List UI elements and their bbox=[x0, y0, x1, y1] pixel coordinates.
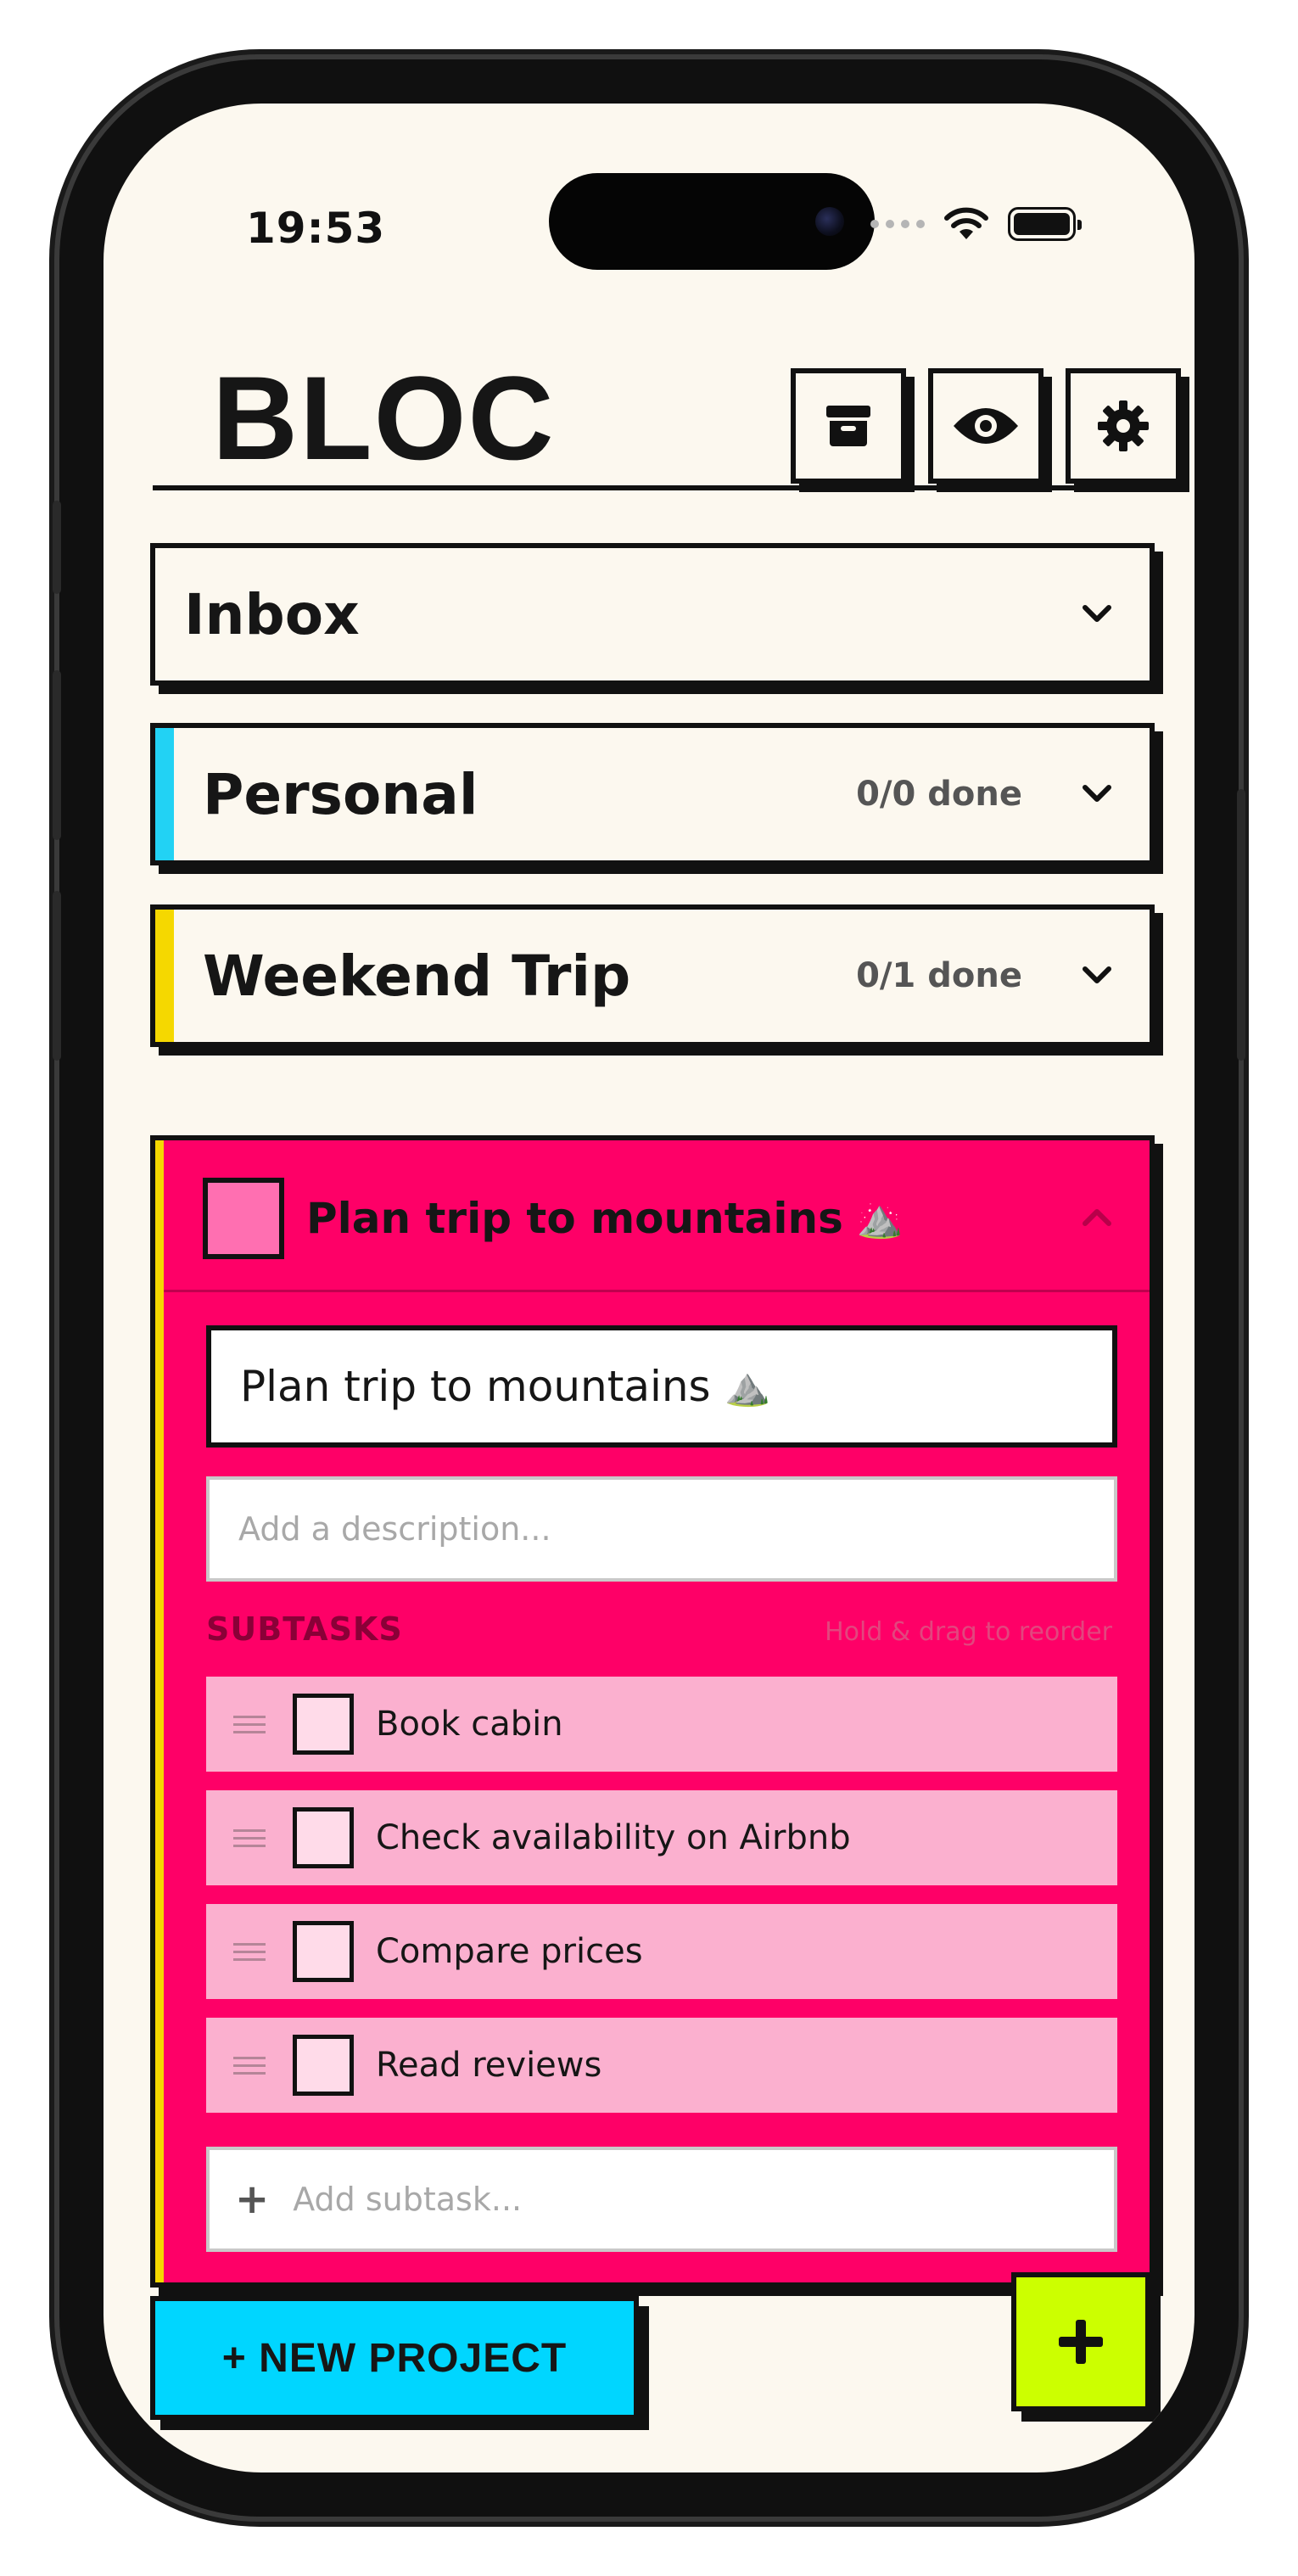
subtask-checkbox[interactable] bbox=[293, 1694, 354, 1755]
project-inbox[interactable]: Inbox bbox=[150, 543, 1155, 686]
battery-icon bbox=[1008, 207, 1082, 241]
signal-icon bbox=[870, 220, 925, 228]
settings-button[interactable] bbox=[1066, 368, 1181, 484]
project-weekend-trip[interactable]: Weekend Trip 0/1 done bbox=[150, 904, 1155, 1047]
subtask-label: Read reviews bbox=[376, 2046, 602, 2085]
drag-handle-icon[interactable] bbox=[233, 2057, 266, 2080]
subtask-label: Check availability on Airbnb bbox=[376, 1818, 851, 1857]
subtask-row[interactable]: Check availability on Airbnb bbox=[206, 1790, 1117, 1885]
task-description-input[interactable]: Add a description... bbox=[206, 1476, 1117, 1582]
project-progress: 0/0 done bbox=[856, 775, 1022, 814]
subtask-label: Compare prices bbox=[376, 1932, 643, 1971]
phone-frame: 19:53 BLOC Inbox Personal 0/0 done Weeke… bbox=[59, 59, 1239, 2517]
chevron-down-icon[interactable] bbox=[1078, 596, 1116, 633]
task-title-value: Plan trip to mountains bbox=[240, 1362, 711, 1411]
dynamic-island bbox=[549, 173, 875, 270]
description-placeholder: Add a description... bbox=[238, 1510, 551, 1548]
mute-switch bbox=[53, 501, 61, 594]
eye-icon bbox=[954, 408, 1018, 444]
mountain-emoji: ⛰️ bbox=[724, 1365, 771, 1408]
subtasks-hint: Hold & drag to reorder bbox=[825, 1617, 1112, 1647]
status-icons bbox=[870, 207, 1082, 241]
subtask-checkbox[interactable] bbox=[293, 1921, 354, 1982]
task-title-input[interactable]: Plan trip to mountains ⛰️ bbox=[206, 1325, 1117, 1448]
volume-down-button bbox=[53, 891, 61, 1061]
chevron-up-icon[interactable] bbox=[1078, 1198, 1116, 1235]
add-task-fab[interactable] bbox=[1011, 2272, 1150, 2411]
app-screen: 19:53 BLOC Inbox Personal 0/0 done Weeke… bbox=[104, 104, 1194, 2472]
add-subtask-placeholder: Add subtask... bbox=[293, 2181, 523, 2218]
subtask-row[interactable]: Compare prices bbox=[206, 1904, 1117, 1999]
wifi-icon bbox=[944, 207, 988, 239]
plus-icon bbox=[1059, 2320, 1103, 2364]
project-name: Inbox bbox=[184, 581, 360, 647]
chevron-down-icon[interactable] bbox=[1078, 776, 1116, 813]
task-title[interactable]: Plan trip to mountains ⛰️ bbox=[306, 1178, 904, 1259]
project-color-stripe bbox=[155, 728, 174, 860]
project-name: Personal bbox=[203, 761, 478, 827]
header-divider bbox=[153, 485, 1145, 490]
drag-handle-icon[interactable] bbox=[233, 1716, 266, 1739]
task-title-text: Plan trip to mountains bbox=[306, 1194, 843, 1243]
view-toggle-button[interactable] bbox=[928, 368, 1043, 484]
camera-icon bbox=[815, 207, 844, 236]
drag-handle-icon[interactable] bbox=[233, 1943, 266, 1966]
add-subtask-input[interactable]: + Add subtask... bbox=[206, 2147, 1117, 2252]
project-name: Weekend Trip bbox=[203, 943, 631, 1009]
app-logo: BLOC bbox=[212, 351, 556, 484]
subtask-row[interactable]: Read reviews bbox=[206, 2018, 1117, 2113]
status-time: 19:53 bbox=[246, 204, 386, 253]
project-color-stripe bbox=[155, 910, 174, 1042]
subtask-label: Book cabin bbox=[376, 1705, 563, 1744]
project-color-stripe bbox=[155, 1140, 164, 2282]
task-divider bbox=[164, 1290, 1150, 1292]
task-checkbox[interactable] bbox=[203, 1178, 284, 1259]
subtasks-heading: SUBTASKS bbox=[206, 1610, 403, 1648]
new-project-button[interactable]: + NEW PROJECT bbox=[150, 2296, 639, 2420]
project-personal[interactable]: Personal 0/0 done bbox=[150, 723, 1155, 865]
drag-handle-icon[interactable] bbox=[233, 1829, 266, 1852]
archive-button[interactable] bbox=[791, 368, 906, 484]
subtask-checkbox[interactable] bbox=[293, 1807, 354, 1868]
subtask-checkbox[interactable] bbox=[293, 2035, 354, 2096]
plus-icon: + bbox=[235, 2176, 270, 2223]
mountain-emoji: ⛰️ bbox=[856, 1197, 904, 1240]
volume-up-button bbox=[53, 670, 61, 840]
task-card-expanded: Plan trip to mountains ⛰️ Plan trip to m… bbox=[150, 1135, 1155, 2288]
archive-icon bbox=[826, 406, 870, 446]
gear-icon bbox=[1098, 400, 1149, 451]
chevron-down-icon[interactable] bbox=[1078, 957, 1116, 994]
power-button bbox=[1237, 789, 1245, 1061]
subtask-row[interactable]: Book cabin bbox=[206, 1677, 1117, 1772]
project-progress: 0/1 done bbox=[856, 956, 1022, 995]
